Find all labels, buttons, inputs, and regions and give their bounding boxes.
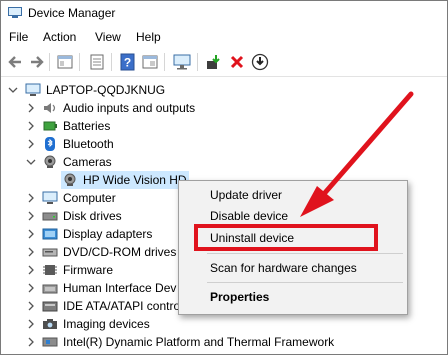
tree-item-label: Computer [63,191,116,205]
menu-item-scan-hardware[interactable]: Scan for hardware changes [210,261,357,275]
tree-item-imaging-devices[interactable]: Imaging devices [1,315,441,333]
tree-item-label: Cameras [63,155,112,169]
chevron-right-icon[interactable] [26,207,36,225]
chevron-down-icon[interactable] [8,81,18,99]
tree-item-label: Display adapters [63,227,153,241]
ide-icon [42,301,58,312]
tree-item-intel-dptf[interactable]: Intel(R) Dynamic Platform and Thermal Fr… [1,333,441,351]
tree-item-label: Bluetooth [63,137,114,151]
tree-item-label: IDE ATA/ATAPI contro [63,299,181,313]
scan-hardware-icon[interactable] [173,53,191,71]
chevron-right-icon[interactable] [26,297,36,315]
chip-icon [42,337,58,347]
device-manager-icon [8,7,22,18]
tree-item-label: Batteries [63,119,111,133]
speaker-icon [44,103,56,113]
toolbar: ? [1,48,447,77]
tree-item-label: HP Wide Vision HD [83,173,187,187]
toolbar-separator [79,53,80,71]
hid-icon [42,284,58,294]
disable-icon[interactable] [251,53,269,71]
dvd-icon [42,248,58,257]
menu-item-update-driver[interactable]: Update driver [210,188,282,202]
toolbar-separator [164,53,165,71]
menu-bar: File Action View Help [1,27,447,47]
tree-root[interactable]: LAPTOP-QQDJKNUG [1,81,441,99]
properties-icon[interactable] [88,53,106,71]
camera-icon [44,155,56,168]
firmware-icon [43,265,57,275]
webcam-icon [64,173,76,186]
tree-item-audio[interactable]: Audio inputs and outputs [1,99,441,117]
device-manager-window: Device Manager File Action View Help ? L… [0,0,448,355]
chevron-right-icon[interactable] [26,261,36,279]
uninstall-highlight-box [194,224,378,251]
tree-item-label: Human Interface Dev [63,281,177,295]
tree-item-label: Imaging devices [63,317,150,331]
menu-file[interactable]: File [9,30,28,44]
chevron-right-icon[interactable] [26,279,36,297]
tree-item-batteries[interactable]: Batteries [1,117,441,135]
disk-icon [42,212,58,221]
tree-item-bluetooth[interactable]: Bluetooth [1,135,441,153]
chevron-down-icon[interactable] [26,153,36,171]
bluetooth-icon [45,137,55,151]
forward-icon[interactable] [28,53,46,71]
computer-icon [42,191,58,204]
tree-item-cameras[interactable]: Cameras [1,153,441,171]
menu-item-disable-device[interactable]: Disable device [210,209,288,223]
computer-icon [25,83,41,96]
tree-item-label: Audio inputs and outputs [63,101,196,115]
window-title: Device Manager [28,6,116,20]
imaging-icon [43,319,57,329]
back-icon[interactable] [6,53,24,71]
menu-item-properties[interactable]: Properties [210,290,269,304]
chevron-right-icon[interactable] [26,243,36,261]
title-bar[interactable]: Device Manager [1,1,447,25]
tree-item-label: Disk drives [63,209,122,223]
menu-view[interactable]: View [95,30,121,44]
chevron-right-icon[interactable] [26,117,36,135]
chevron-right-icon[interactable] [26,333,36,351]
menu-help[interactable]: Help [136,30,161,44]
tree-item-label: Firmware [63,263,113,277]
update-driver-icon[interactable] [205,53,223,71]
tree-item-label: DVD/CD-ROM drives [63,245,177,259]
toolbar-separator [111,53,112,71]
help-icon[interactable]: ? [119,53,137,71]
chevron-right-icon[interactable] [26,99,36,117]
computer-name: LAPTOP-QQDJKNUG [46,83,166,97]
chevron-right-icon[interactable] [26,135,36,153]
tree-item-label: Intel(R) Dynamic Platform and Thermal Fr… [63,335,335,349]
toolbar-separator [197,53,198,71]
show-hide-tree-icon[interactable] [56,53,74,71]
menu-separator [207,282,403,283]
battery-icon [43,121,57,131]
uninstall-icon[interactable] [228,53,246,71]
toolbar-separator [49,53,50,71]
chevron-right-icon[interactable] [26,315,36,333]
svg-text:?: ? [124,56,131,70]
menu-action[interactable]: Action [43,30,76,44]
display-adapter-icon [42,228,58,240]
chevron-right-icon[interactable] [26,189,36,207]
menu-separator [207,253,403,254]
chevron-right-icon[interactable] [26,225,36,243]
view-icon[interactable] [141,53,159,71]
